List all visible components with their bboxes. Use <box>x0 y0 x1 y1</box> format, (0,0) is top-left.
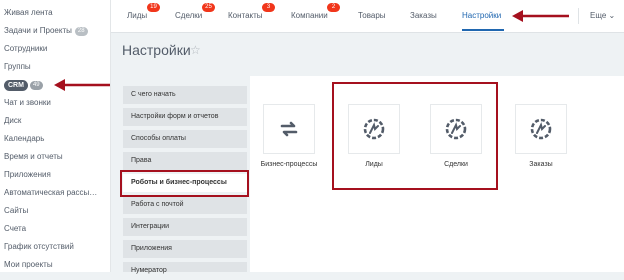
tab-orders[interactable]: Заказы <box>410 11 437 20</box>
sidebar-item-calendar[interactable]: Календарь <box>4 132 44 146</box>
sidebar-item-label: График отсутствий <box>4 242 74 251</box>
favorite-star-icon[interactable]: ☆ <box>190 43 201 57</box>
tile-label-orders: Заказы <box>529 161 553 168</box>
tab-label: Товары <box>358 11 386 20</box>
menu-item-mail[interactable]: Работа с почтой <box>123 196 247 214</box>
sidebar-item-invoices[interactable]: Счета <box>4 222 26 236</box>
sidebar-item-tasks[interactable]: Задачи и Проекты 28 <box>4 24 88 38</box>
menu-item-apps[interactable]: Приложения <box>123 240 247 258</box>
sidebar-item-label: Сайты <box>4 206 29 215</box>
sidebar-item-label: Мои проекты <box>4 260 53 269</box>
sidebar-item-groups[interactable]: Группы <box>4 60 31 74</box>
tab-label: Сделки <box>175 11 203 20</box>
tile-orders[interactable] <box>515 104 567 154</box>
more-button[interactable]: Еще ⌄ <box>590 11 615 20</box>
sidebar-item-apps[interactable]: Приложения <box>4 168 51 182</box>
sidebar-item-label: Время и отчеты <box>4 152 63 161</box>
menu-item-permissions[interactable]: Права <box>123 152 247 170</box>
sidebar-item-time-reports[interactable]: Время и отчеты <box>4 150 63 164</box>
tile-label-business-processes: Бизнес-процессы <box>260 161 318 168</box>
tab-label: Заказы <box>410 11 437 20</box>
menu-item-getting-started[interactable]: С чего начать <box>123 86 247 104</box>
sidebar-item-label: Счета <box>4 224 27 233</box>
sidebar-item-sites[interactable]: Сайты <box>4 204 28 218</box>
tab-label: Лиды <box>127 11 148 20</box>
tab-label: Компании <box>291 11 328 20</box>
contacts-badge: 3 <box>262 3 275 12</box>
sidebar-item-absence[interactable]: График отсутствий <box>4 240 74 254</box>
tab-contacts[interactable]: Контакты <box>228 11 263 20</box>
arrow-to-crm-icon <box>54 79 110 91</box>
sidebar-item-label: Автоматическая рассы… <box>4 188 98 197</box>
sidebar-item-my-projects[interactable]: Мои проекты <box>4 258 53 272</box>
page-title: Настройки <box>122 42 191 58</box>
active-tab-underline <box>462 29 504 31</box>
tab-companies[interactable]: Компании <box>291 11 328 20</box>
companies-badge: 2 <box>327 3 340 12</box>
sidebar-item-label: Календарь <box>4 134 45 143</box>
arrow-to-settings-icon <box>512 10 569 22</box>
menu-item-payment-methods[interactable]: Способы оплаты <box>123 130 247 148</box>
menu-item-forms-reports[interactable]: Настройки форм и отчетов <box>123 108 247 126</box>
tasks-count-badge: 28 <box>74 27 88 36</box>
sidebar-item-label: Группы <box>4 62 31 71</box>
sidebar-item-label: Диск <box>4 116 22 125</box>
sidebar-item-label: Приложения <box>4 170 51 179</box>
tab-settings[interactable]: Настройки <box>462 11 501 20</box>
tab-products[interactable]: Товары <box>358 11 386 20</box>
tab-deals[interactable]: Сделки <box>175 11 202 20</box>
highlight-menu-robots <box>120 170 249 197</box>
sidebar-item-feed[interactable]: Живая лента <box>4 6 53 20</box>
tab-label: Настройки <box>462 11 502 20</box>
highlight-tiles-leads-deals <box>332 82 498 190</box>
sidebar-item-mailing[interactable]: Автоматическая рассы… <box>4 186 97 200</box>
sidebar-item-label: Задачи и Проекты <box>4 26 72 35</box>
robot-gear-icon <box>530 118 552 140</box>
sidebar-item-label: Сотрудники <box>4 44 48 53</box>
sidebar-item-crm[interactable]: CRM 49 <box>4 78 43 92</box>
sidebar-item-label: Чат и звонки <box>4 98 51 107</box>
tab-leads[interactable]: Лиды <box>127 11 147 20</box>
sidebar-item-employees[interactable]: Сотрудники <box>4 42 47 56</box>
sidebar-item-label: Живая лента <box>4 8 53 17</box>
crm-pill: CRM <box>4 80 28 91</box>
sidebar-item-chat[interactable]: Чат и звонки <box>4 96 51 110</box>
menu-item-numerator[interactable]: Нумератор <box>123 262 247 274</box>
leads-badge: 19 <box>147 3 160 12</box>
sidebar-item-disk[interactable]: Диск <box>4 114 21 128</box>
left-sidebar: Живая лента Задачи и Проекты 28 Сотрудник… <box>0 0 111 272</box>
tile-business-processes[interactable] <box>263 104 315 154</box>
deals-badge: 25 <box>202 3 215 12</box>
tab-label: Контакты <box>228 11 263 20</box>
sync-arrows-icon <box>280 121 298 137</box>
nav-divider <box>578 8 579 24</box>
crm-count-badge: 49 <box>29 81 43 90</box>
menu-item-integrations[interactable]: Интеграции <box>123 218 247 236</box>
